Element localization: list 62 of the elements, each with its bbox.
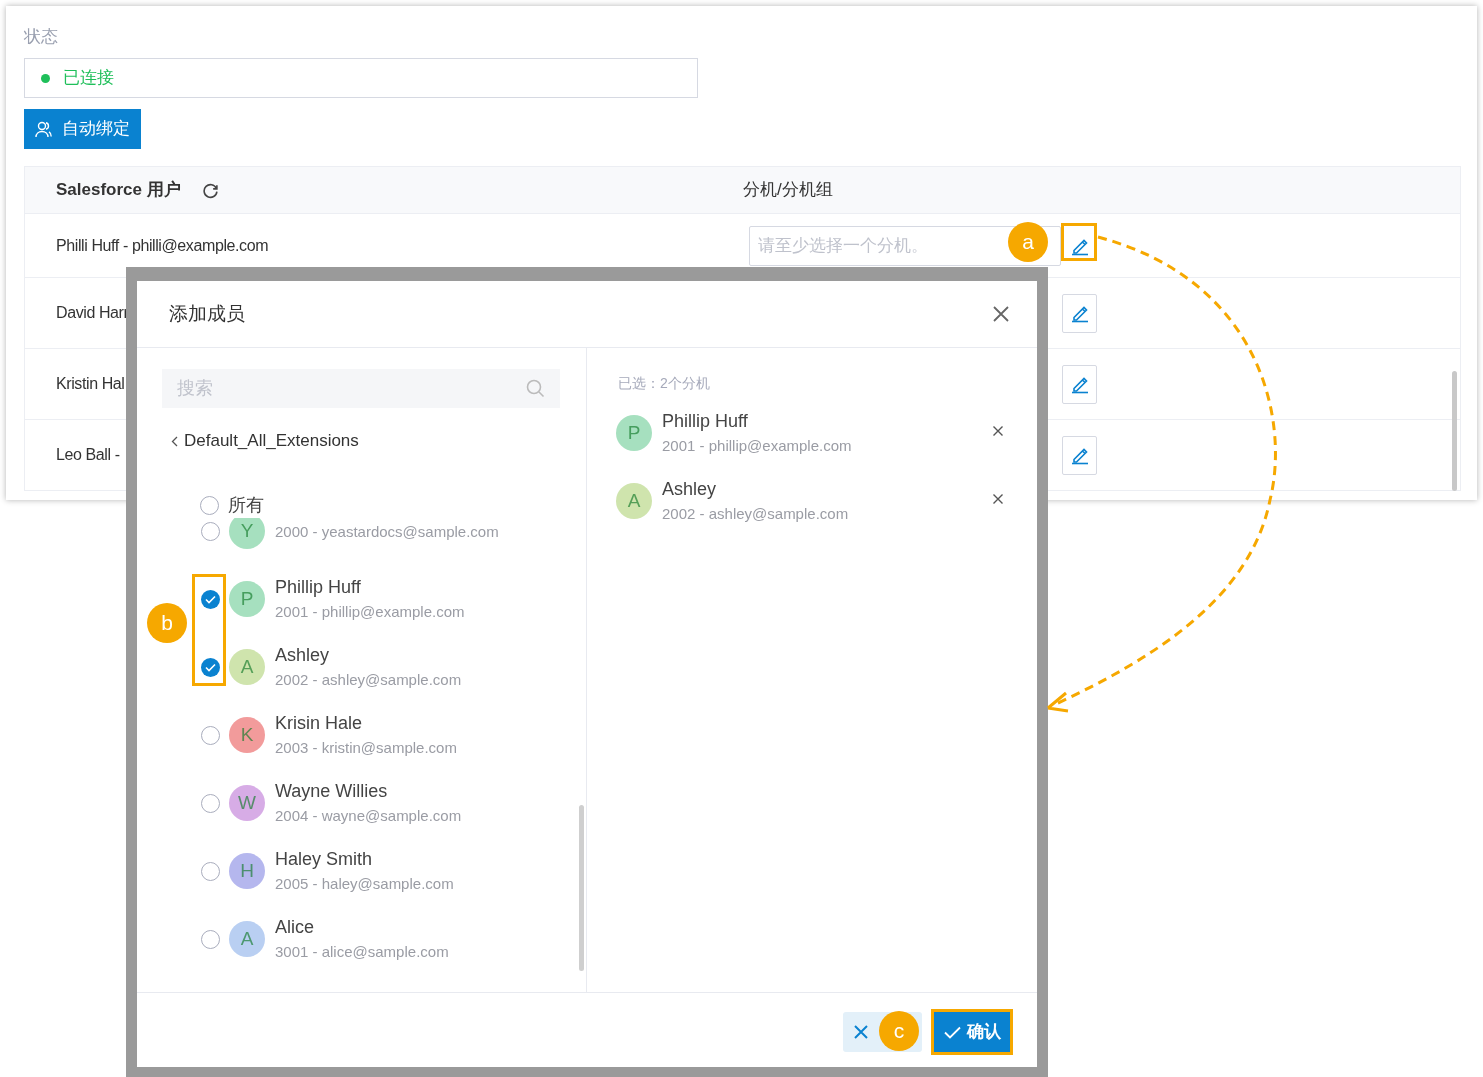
edit-button[interactable] [1062, 435, 1097, 475]
table-cell-text: Kristin Hal [56, 374, 125, 394]
contact-name: Ashley [662, 478, 718, 501]
contact-detail: 2001 - phillip@example.com [275, 602, 465, 622]
contact-detail: 2004 - wayne@sample.com [275, 806, 462, 826]
contact-detail: 2005 - haley@sample.com [275, 874, 454, 894]
avatar: Y [229, 518, 265, 549]
contact-name: Ashley [275, 644, 331, 667]
refresh-icon[interactable] [201, 181, 219, 199]
contact-detail: 2002 - ashley@sample.com [275, 670, 462, 690]
checkbox[interactable] [201, 657, 220, 677]
close-icon [854, 1025, 868, 1039]
contact-name: Phillip Huff [662, 410, 749, 433]
check-icon [205, 594, 216, 604]
table-cell-text: David Harr [56, 303, 129, 323]
edit-button[interactable] [1062, 364, 1097, 404]
dialog-title: 添加成员 [169, 301, 245, 326]
contact-name: Wayne Willies [275, 780, 389, 803]
contact-detail: 2000 - yeastardocs@sample.com [275, 522, 499, 542]
remove-button[interactable] [992, 425, 1004, 437]
avatar: A [229, 649, 265, 685]
radio-button[interactable] [200, 495, 219, 515]
contact-name: Haley Smith [275, 848, 374, 871]
contact-detail: 2002 - ashley@sample.com [662, 504, 849, 524]
check-icon [205, 662, 216, 672]
table-cell-text: Philli Huff - philli@example.com [56, 235, 269, 256]
group-back-link[interactable]: Default_All_Extensions [171, 428, 359, 454]
option-label: 所有 [228, 493, 264, 517]
confirm-button[interactable]: 确认 [933, 1012, 1011, 1052]
status-label: 状态 [24, 26, 59, 48]
avatar: P [616, 415, 652, 451]
close-icon [992, 425, 1004, 437]
search-icon [526, 379, 545, 398]
user-icon [35, 120, 52, 138]
contact-name: Krisin Hale [275, 712, 364, 735]
column-header: 分机/分机组 [743, 179, 833, 202]
contact-name: Phillip Huff [275, 576, 362, 599]
contact-detail: 2003 - kristin@sample.com [275, 738, 457, 758]
chevron-left-icon [171, 435, 178, 447]
selected-count-label: 已选：2个分机 [617, 374, 711, 393]
check-icon [943, 1025, 961, 1039]
column-header: Salesforce 用户 [56, 179, 181, 202]
group-name: Default_All_Extensions [184, 430, 359, 453]
contact-detail: 3001 - alice@sample.com [275, 942, 449, 962]
close-icon[interactable] [992, 305, 1010, 323]
avatar: K [229, 717, 265, 753]
avatar: A [229, 921, 265, 957]
avatar: P [229, 581, 265, 617]
status-text: 已连接 [63, 67, 114, 90]
highlight-frame [1061, 223, 1097, 261]
auto-bind-button[interactable]: 自动绑定 [24, 109, 141, 149]
close-icon [992, 493, 1004, 505]
table-cell-text: Leo Ball - [56, 445, 120, 465]
remove-button[interactable] [992, 493, 1004, 505]
avatar: W [229, 785, 265, 821]
avatar: A [616, 483, 652, 519]
checkbox[interactable] [201, 589, 220, 609]
contact-name: Alice [275, 916, 315, 939]
edit-button[interactable] [1062, 293, 1097, 333]
avatar: H [229, 853, 265, 889]
extension-input[interactable]: 请至少选择一个分机。 [758, 232, 998, 259]
contact-detail: 2001 - phillip@example.com [662, 436, 852, 456]
